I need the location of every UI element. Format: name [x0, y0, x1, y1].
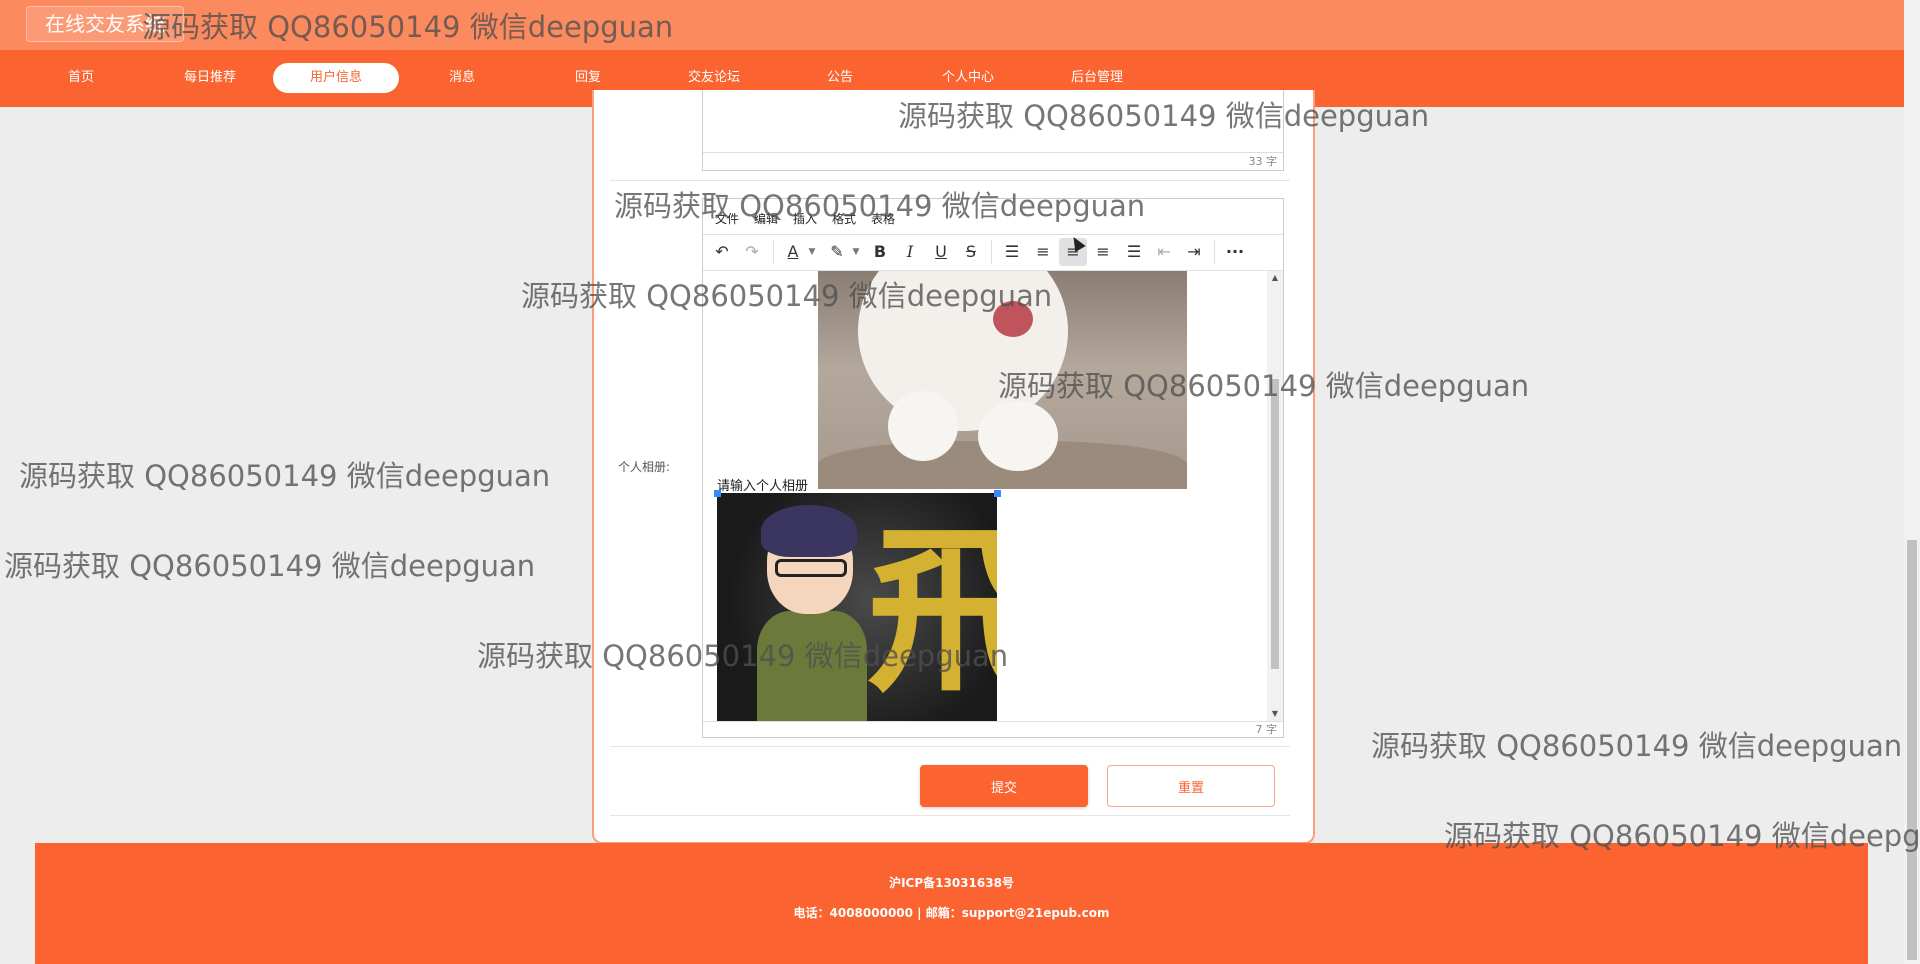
- footer-contact: 电话：4008000000 | 邮箱：support@21epub.com: [793, 906, 1110, 920]
- divider: [610, 180, 1290, 181]
- chevron-down-icon[interactable]: ▼: [851, 238, 861, 266]
- underline-icon[interactable]: U: [927, 238, 955, 266]
- editor-statusbar: 7 字: [703, 721, 1283, 737]
- undo-icon[interactable]: ↶: [708, 238, 736, 266]
- album-editor[interactable]: 文件 编辑 插入 格式 表格 ↶ ↷ A ▼ ✎ ▼ B I U S ☰ ≡ ≡…: [702, 198, 1284, 738]
- cat-paw: [978, 401, 1058, 471]
- avatar-hair: [761, 505, 857, 557]
- nav-item-announcements[interactable]: 公告: [777, 63, 903, 93]
- site-title[interactable]: 在线交友系统: [26, 6, 184, 42]
- menu-table[interactable]: 表格: [871, 210, 895, 227]
- editor-scroll-thumb[interactable]: [1271, 379, 1279, 669]
- album-label: 个人相册:: [618, 460, 671, 474]
- chevron-down-icon[interactable]: ▼: [807, 238, 817, 266]
- resize-handle[interactable]: [994, 490, 1001, 497]
- toolbar-separator: [773, 240, 774, 264]
- menu-insert[interactable]: 插入: [793, 210, 817, 227]
- previous-editor-char-count: 33 字: [1248, 155, 1278, 168]
- nav-item-home[interactable]: 首页: [18, 63, 144, 93]
- watermark: 源码获取 QQ86050149 微信deepguan: [4, 549, 536, 583]
- nav-item-personal-center[interactable]: 个人中心: [905, 63, 1031, 93]
- footer-icp: 沪ICP备13031638号: [889, 876, 1014, 890]
- editor-menubar: 文件 编辑 插入 格式 表格: [703, 199, 1283, 235]
- previous-editor-status-line: [703, 152, 1283, 153]
- avatar-jacket: [757, 611, 867, 721]
- list-icon[interactable]: ☰: [998, 238, 1026, 266]
- album-image-avatar[interactable]: 飛: [717, 493, 997, 721]
- divider: [610, 815, 1290, 816]
- scroll-up-icon[interactable]: ▲: [1267, 271, 1283, 285]
- page-scroll-thumb[interactable]: [1907, 540, 1917, 960]
- align-right-icon[interactable]: ≡: [1089, 238, 1117, 266]
- avatar-calligraphy: 飛: [867, 507, 997, 718]
- editor-toolbar: ↶ ↷ A ▼ ✎ ▼ B I U S ☰ ≡ ≡ ≡ ☰ ⇤ ⇥ ···: [703, 234, 1283, 271]
- italic-icon[interactable]: I: [896, 238, 924, 266]
- editor-placeholder-text: 请输入个人相册: [717, 479, 809, 494]
- editor-content-area[interactable]: 请输入个人相册 飛: [703, 271, 1267, 721]
- scroll-down-icon[interactable]: ▼: [1267, 707, 1283, 721]
- editor-char-count: 7 字: [1255, 723, 1278, 736]
- nav-item-admin[interactable]: 后台管理: [1034, 63, 1160, 93]
- outdent-icon[interactable]: ⇤: [1150, 238, 1178, 266]
- watermark: 源码获取 QQ86050149 微信deepguan: [1371, 729, 1903, 763]
- menu-format[interactable]: 格式: [832, 210, 856, 227]
- reset-button[interactable]: 重置: [1107, 765, 1275, 807]
- strikethrough-icon[interactable]: S: [957, 238, 985, 266]
- editor-scrollbar[interactable]: ▲ ▼: [1267, 271, 1283, 721]
- page-scrollbar[interactable]: [1904, 0, 1920, 964]
- nav-item-forum[interactable]: 交友论坛: [651, 63, 777, 93]
- align-left-icon[interactable]: ≡: [1029, 238, 1057, 266]
- indent-icon[interactable]: ⇥: [1180, 238, 1208, 266]
- highlight-icon[interactable]: ✎: [823, 238, 851, 266]
- more-icon[interactable]: ···: [1221, 238, 1249, 266]
- nav-item-replies[interactable]: 回复: [525, 63, 651, 93]
- nav-item-daily-recommend[interactable]: 每日推荐: [147, 63, 273, 93]
- previous-editor[interactable]: 33 字: [702, 90, 1284, 171]
- text-color-icon[interactable]: A: [779, 238, 807, 266]
- align-justify-icon[interactable]: ☰: [1120, 238, 1148, 266]
- top-header: 在线交友系统: [0, 0, 1904, 50]
- nav-item-user-info[interactable]: 用户信息: [273, 63, 399, 93]
- menu-edit[interactable]: 编辑: [754, 210, 778, 227]
- album-image-cat[interactable]: [818, 271, 1187, 489]
- menu-file[interactable]: 文件: [715, 210, 739, 227]
- submit-button[interactable]: 提交: [920, 765, 1088, 807]
- toolbar-separator: [1214, 240, 1215, 264]
- footer: 沪ICP备13031638号 电话：4008000000 | 邮箱：suppor…: [35, 843, 1868, 964]
- resize-handle[interactable]: [714, 490, 721, 497]
- redo-icon[interactable]: ↷: [738, 238, 766, 266]
- bold-icon[interactable]: B: [866, 238, 894, 266]
- avatar-glasses: [775, 559, 847, 577]
- toolbar-separator: [991, 240, 992, 264]
- cat-paw: [888, 391, 958, 461]
- watermark: 源码获取 QQ86050149 微信deepguan: [19, 459, 551, 493]
- cat-mouth: [993, 301, 1033, 337]
- nav-item-messages[interactable]: 消息: [399, 63, 525, 93]
- divider: [610, 746, 1290, 747]
